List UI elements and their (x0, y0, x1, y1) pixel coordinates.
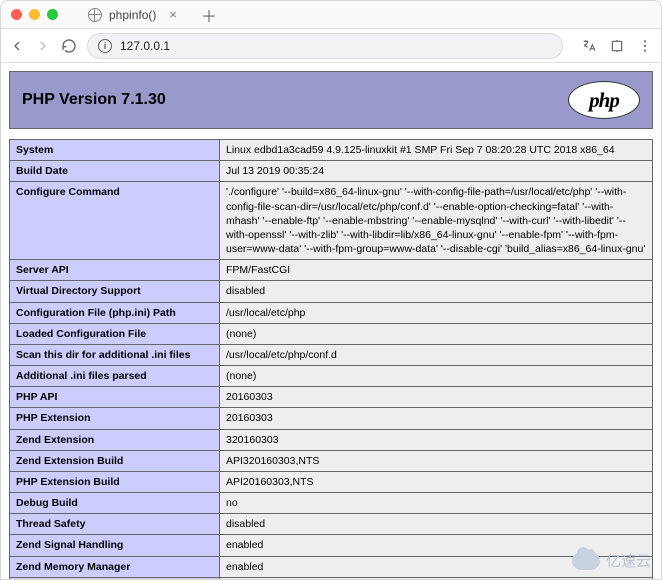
browser-tab[interactable]: phpinfo() × (78, 1, 187, 28)
maximize-window-button[interactable] (47, 9, 58, 20)
table-row: Zend Signal Handlingenabled (10, 535, 653, 556)
info-value: provided by mbstring (220, 577, 653, 579)
info-key: Loaded Configuration File (10, 323, 220, 344)
translate-icon[interactable] (581, 38, 597, 54)
info-key: Zend Memory Manager (10, 556, 220, 577)
browser-window: phpinfo() × ＋ i 127.0.0.1 (0, 0, 662, 580)
phpinfo-table: SystemLinux edbd1a3cad59 4.9.125-linuxki… (9, 139, 653, 579)
info-key: Thread Safety (10, 514, 220, 535)
table-row: Zend Memory Managerenabled (10, 556, 653, 577)
table-row: Configuration File (php.ini) Path/usr/lo… (10, 302, 653, 323)
info-key: Debug Build (10, 493, 220, 514)
menu-icon[interactable] (637, 38, 653, 54)
info-value: disabled (220, 514, 653, 535)
info-value: (none) (220, 323, 653, 344)
table-row: Configure Command'./configure' '--build=… (10, 182, 653, 260)
info-value: API20160303,NTS (220, 471, 653, 492)
table-row: PHP Extension BuildAPI20160303,NTS (10, 471, 653, 492)
info-key: Virtual Directory Support (10, 281, 220, 302)
info-key: Scan this dir for additional .ini files (10, 344, 220, 365)
table-row: Loaded Configuration File(none) (10, 323, 653, 344)
info-value: Linux edbd1a3cad59 4.9.125-linuxkit #1 S… (220, 140, 653, 161)
table-row: Debug Buildno (10, 493, 653, 514)
info-value: /usr/local/etc/php (220, 302, 653, 323)
info-key: Zend Signal Handling (10, 535, 220, 556)
table-row: Server APIFPM/FastCGI (10, 260, 653, 281)
minimize-window-button[interactable] (29, 9, 40, 20)
info-value: Jul 13 2019 00:35:24 (220, 161, 653, 182)
table-row: Zend Extension320160303 (10, 429, 653, 450)
info-value: FPM/FastCGI (220, 260, 653, 281)
phpinfo-header: PHP Version 7.1.30 php (9, 71, 653, 129)
php-logo: php (568, 81, 640, 119)
info-value: enabled (220, 535, 653, 556)
table-row: Zend Extension BuildAPI320160303,NTS (10, 450, 653, 471)
info-key: PHP Extension Build (10, 471, 220, 492)
window-controls (11, 9, 58, 20)
info-key: Zend Extension Build (10, 450, 220, 471)
info-key: System (10, 140, 220, 161)
titlebar: phpinfo() × ＋ (1, 1, 661, 29)
table-row: Additional .ini files parsed(none) (10, 366, 653, 387)
page-title: PHP Version 7.1.30 (22, 91, 166, 109)
info-key: Zend Multibyte Support (10, 577, 220, 579)
table-row: Build DateJul 13 2019 00:35:24 (10, 161, 653, 182)
table-row: Thread Safetydisabled (10, 514, 653, 535)
tab-title: phpinfo() (109, 8, 156, 22)
forward-button[interactable] (35, 38, 51, 54)
info-value: 20160303 (220, 408, 653, 429)
info-key: Zend Extension (10, 429, 220, 450)
site-info-icon[interactable]: i (98, 39, 112, 53)
extensions-icon[interactable] (609, 38, 625, 54)
info-value: 20160303 (220, 387, 653, 408)
info-key: Configuration File (php.ini) Path (10, 302, 220, 323)
php-logo-text: php (589, 88, 619, 113)
info-key: Additional .ini files parsed (10, 366, 220, 387)
new-tab-button[interactable]: ＋ (201, 3, 217, 27)
info-key: PHP Extension (10, 408, 220, 429)
table-row: SystemLinux edbd1a3cad59 4.9.125-linuxki… (10, 140, 653, 161)
back-button[interactable] (9, 38, 25, 54)
table-row: Scan this dir for additional .ini files/… (10, 344, 653, 365)
info-key: Configure Command (10, 182, 220, 260)
info-value: 320160303 (220, 429, 653, 450)
info-key: Build Date (10, 161, 220, 182)
table-row: PHP Extension20160303 (10, 408, 653, 429)
info-value: disabled (220, 281, 653, 302)
info-key: Server API (10, 260, 220, 281)
globe-icon (88, 8, 102, 22)
address-bar[interactable]: i 127.0.0.1 (87, 33, 563, 59)
info-value: './configure' '--build=x86_64-linux-gnu'… (220, 182, 653, 260)
info-value: /usr/local/etc/php/conf.d (220, 344, 653, 365)
close-tab-icon[interactable]: × (169, 7, 177, 22)
info-value: no (220, 493, 653, 514)
info-value: enabled (220, 556, 653, 577)
info-key: PHP API (10, 387, 220, 408)
reload-button[interactable] (61, 38, 77, 54)
info-value: (none) (220, 366, 653, 387)
browser-toolbar: i 127.0.0.1 (1, 29, 661, 63)
info-value: API320160303,NTS (220, 450, 653, 471)
table-row: Zend Multibyte Supportprovided by mbstri… (10, 577, 653, 579)
table-row: Virtual Directory Supportdisabled (10, 281, 653, 302)
close-window-button[interactable] (11, 9, 22, 20)
page-content[interactable]: PHP Version 7.1.30 php SystemLinux edbd1… (1, 63, 661, 579)
table-row: PHP API20160303 (10, 387, 653, 408)
url-text: 127.0.0.1 (120, 39, 170, 53)
